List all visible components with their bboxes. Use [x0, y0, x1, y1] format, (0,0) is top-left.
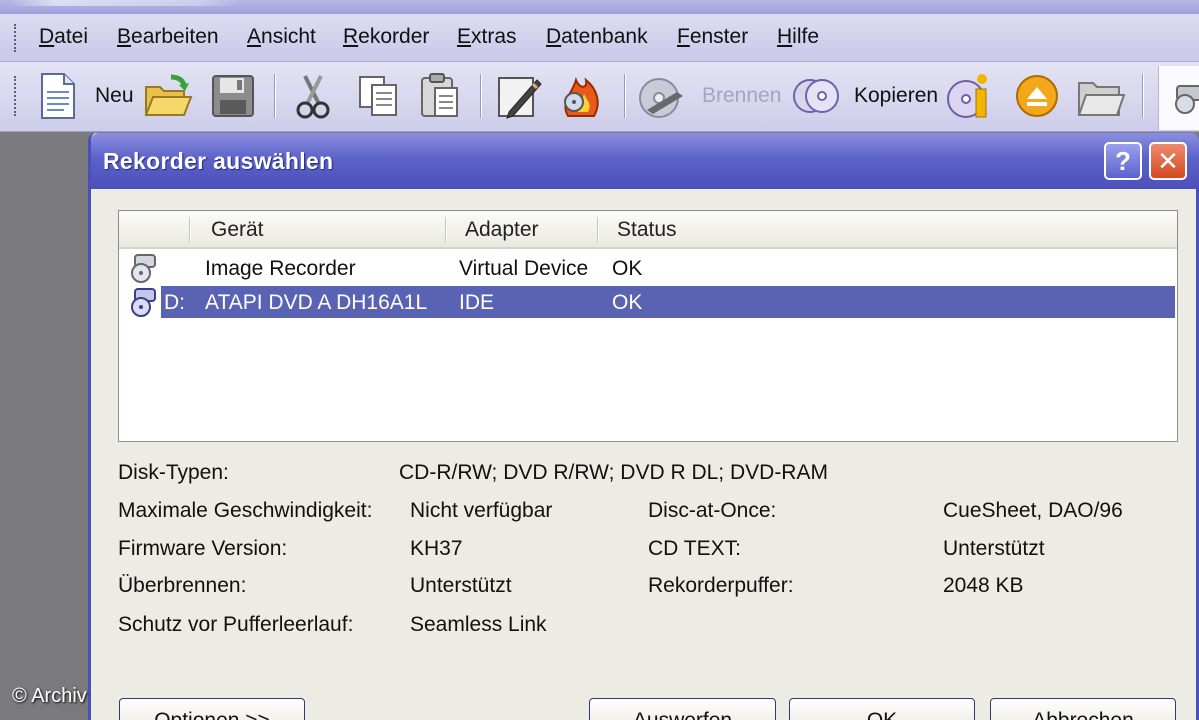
- max-speed-label: Maximale Geschwindigkeit:: [118, 499, 373, 522]
- toolbar-grip[interactable]: [14, 76, 18, 116]
- buffer-value: 2048 KB: [943, 574, 1024, 597]
- eject-button[interactable]: Auswerfen: [589, 698, 776, 720]
- paste-icon[interactable]: [415, 70, 465, 122]
- underrun-label: Schutz vor Pufferleerlauf:: [118, 613, 354, 636]
- device-status: OK: [612, 291, 643, 314]
- recorder-icon[interactable]: [1158, 66, 1199, 130]
- copyright-watermark: © Archiv: [12, 685, 87, 707]
- help-button[interactable]: ?: [1104, 142, 1142, 180]
- overburn-value: Unterstützt: [410, 574, 512, 597]
- dao-value: CueSheet, DAO/96: [943, 499, 1123, 522]
- app-title-bar: [0, 0, 1199, 14]
- options-button[interactable]: Optionen >>: [119, 698, 305, 720]
- menu-bar: Datei Bearbeiten Ansicht Rekorder Extras…: [0, 14, 1199, 62]
- save-icon[interactable]: [208, 70, 258, 122]
- help-icon: ?: [1115, 145, 1131, 176]
- ok-button[interactable]: OK: [789, 698, 975, 720]
- new-button-label[interactable]: Neu: [95, 84, 134, 108]
- overburn-label: Überbrennen:: [118, 574, 247, 597]
- menu-fenster[interactable]: Fenster: [677, 25, 748, 49]
- edit-compilation-icon[interactable]: [494, 70, 544, 122]
- device-adapter: Virtual Device: [459, 257, 589, 280]
- device-row-image-recorder[interactable]: Image Recorder Virtual Device OK: [119, 252, 1177, 285]
- cd-text-value: Unterstützt: [943, 537, 1045, 560]
- toolbar-separator: [624, 74, 626, 118]
- cancel-button[interactable]: Abbrechen: [990, 698, 1176, 720]
- close-button[interactable]: ✕: [1149, 142, 1187, 180]
- column-header-adapter[interactable]: Adapter: [465, 211, 539, 247]
- dao-label: Disc-at-Once:: [648, 499, 777, 522]
- column-header-device[interactable]: Gerät: [211, 211, 264, 247]
- open-folder-icon[interactable]: [143, 70, 193, 122]
- device-adapter: IDE: [459, 291, 495, 314]
- menu-bearbeiten[interactable]: Bearbeiten: [117, 25, 219, 49]
- burn-icon: [637, 70, 687, 122]
- dialog-title: Rekorder auswählen: [103, 148, 334, 174]
- dvd-drive-icon: [131, 288, 156, 317]
- menu-extras[interactable]: Extras: [457, 25, 517, 49]
- recorder-device-icon: [131, 254, 156, 283]
- disc-info-icon[interactable]: [946, 70, 996, 122]
- close-icon: ✕: [1157, 145, 1179, 176]
- open-icon[interactable]: [1076, 70, 1126, 122]
- toolbar-separator: [480, 74, 482, 118]
- disk-types-value: CD-R/RW; DVD R/RW; DVD R DL; DVD-RAM: [399, 461, 828, 484]
- cd-text-label: CD TEXT:: [648, 537, 741, 560]
- new-document-icon[interactable]: [33, 70, 83, 122]
- cut-icon[interactable]: [288, 70, 338, 122]
- firmware-value: KH37: [410, 537, 463, 560]
- toolbar-separator: [274, 74, 276, 118]
- device-name: Image Recorder: [205, 257, 356, 280]
- device-list-header: Gerät Adapter Status: [119, 211, 1177, 249]
- device-drive: D:: [164, 291, 185, 314]
- menu-bar-grip[interactable]: [14, 24, 18, 52]
- max-speed-value: Nicht verfügbar: [410, 499, 553, 522]
- device-row-dvd-drive[interactable]: D: ATAPI DVD A DH16A1L IDE OK: [119, 286, 1177, 319]
- firmware-label: Firmware Version:: [118, 537, 288, 560]
- toolbar-separator: [1142, 74, 1144, 118]
- toolbar: Neu Brennen Kopieren: [0, 62, 1199, 132]
- column-header-status[interactable]: Status: [617, 211, 677, 247]
- menu-datenbank[interactable]: Datenbank: [546, 25, 648, 49]
- burn-button-label: Brennen: [702, 84, 782, 107]
- disk-types-label: Disk-Typen:: [118, 461, 229, 484]
- device-list[interactable]: Gerät Adapter Status Image Recorder Virt…: [118, 210, 1178, 442]
- erase-disc-icon[interactable]: [558, 70, 608, 122]
- copy-button-label[interactable]: Kopieren: [854, 84, 938, 108]
- device-status: OK: [612, 257, 643, 280]
- dialog-title-bar[interactable]: Rekorder auswählen ? ✕: [91, 133, 1199, 189]
- menu-datei[interactable]: Datei: [39, 25, 88, 49]
- select-recorder-dialog: Rekorder auswählen ? ✕ Gerät Adapter Sta…: [88, 133, 1199, 720]
- menu-ansicht[interactable]: Ansicht: [247, 25, 316, 49]
- eject-icon[interactable]: [1012, 70, 1062, 122]
- underrun-value: Seamless Link: [410, 613, 547, 636]
- device-name: ATAPI DVD A DH16A1L: [205, 291, 428, 314]
- buffer-label: Rekorderpuffer:: [648, 574, 794, 597]
- menu-rekorder[interactable]: Rekorder: [343, 25, 429, 49]
- copy-disc-icon[interactable]: [792, 70, 842, 122]
- menu-hilfe[interactable]: Hilfe: [777, 25, 819, 49]
- copy-icon[interactable]: [354, 70, 404, 122]
